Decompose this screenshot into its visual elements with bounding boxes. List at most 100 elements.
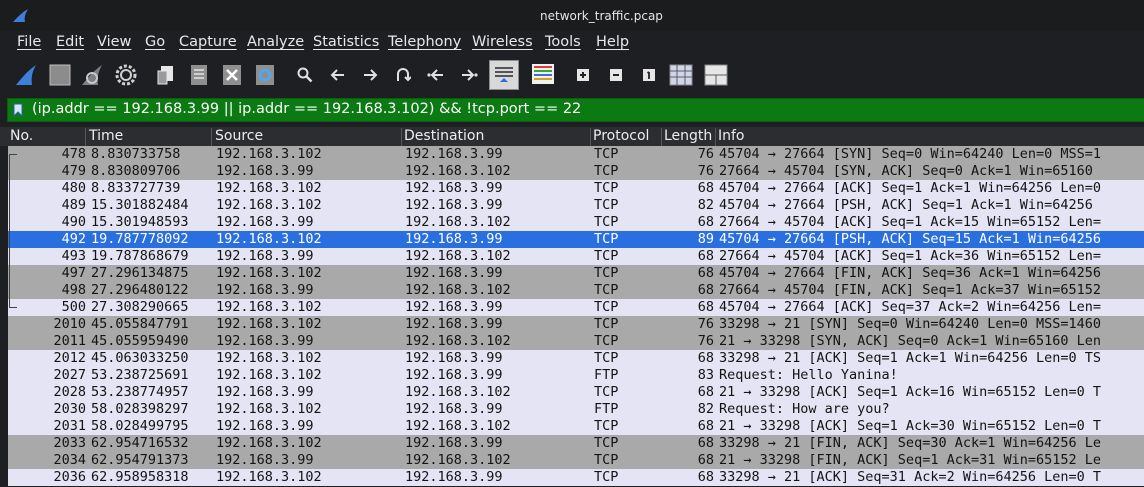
packet-src-cell: 192.168.3.102 — [216, 180, 322, 196]
start-capture-icon[interactable] — [13, 62, 39, 88]
packet-row[interactable]: 2010 45.055847791 192.168.3.102 192.168.3.9… — [8, 316, 1144, 333]
conversation-bracket — [9, 154, 10, 307]
colorize-icon[interactable] — [529, 60, 557, 88]
packet-dst-cell: 192.168.3.102 — [405, 282, 511, 298]
open-file-icon[interactable] — [153, 62, 179, 88]
packet-row[interactable]: 2027 53.238725691 192.168.3.102 192.168.3.9… — [8, 367, 1144, 384]
menu-capture[interactable]: Capture — [179, 34, 237, 50]
packet-proto-cell: TCP — [594, 248, 619, 264]
menu-analyze[interactable]: Analyze — [247, 34, 304, 50]
menu-telephony[interactable]: Telephony — [388, 34, 461, 50]
packet-proto-cell: TCP — [594, 316, 619, 332]
column-source[interactable]: Source — [213, 128, 402, 146]
capture-options-icon[interactable] — [113, 62, 139, 88]
packet-time-cell: 45.055959490 — [91, 333, 189, 349]
packet-dst-cell: 192.168.3.99 — [405, 197, 503, 213]
packet-row[interactable]: 490 15.301948593 192.168.3.99 192.168.3.102… — [8, 214, 1144, 231]
display-filter-bar[interactable]: (ip.addr == 192.168.3.99 || ip.addr == 1… — [7, 98, 1144, 122]
menu-go[interactable]: Go — [145, 34, 165, 50]
menu-help[interactable]: Help — [596, 34, 629, 50]
packet-no-cell: 497 — [61, 265, 86, 281]
packet-row[interactable]: 2028 53.238774957 192.168.3.99 192.168.3.10… — [8, 384, 1144, 401]
packet-info-cell: 27664 → 45704 [SYN, ACK] Seq=0 Ack=1 Win… — [719, 163, 1093, 179]
packet-row[interactable]: 489 15.301882484 192.168.3.102 192.168.3.99… — [8, 197, 1144, 214]
packet-len-cell: 68 — [697, 350, 714, 366]
packet-row[interactable]: 500 27.308290665 192.168.3.102 192.168.3.99… — [8, 299, 1144, 316]
go-back-icon[interactable] — [325, 62, 351, 88]
normal-size-icon[interactable] — [636, 62, 662, 88]
go-first-packet-icon[interactable] — [423, 62, 449, 88]
packet-dst-cell: 192.168.3.102 — [405, 452, 511, 468]
resize-columns-icon[interactable] — [668, 62, 694, 88]
packet-len-cell: 82 — [697, 197, 714, 213]
packet-info-cell: 45704 → 27664 [ACK] Seq=1 Ack=1 Win=6425… — [719, 180, 1102, 196]
packet-dst-cell: 192.168.3.102 — [405, 163, 511, 179]
menu-tools[interactable]: Tools — [545, 34, 581, 50]
packet-row[interactable]: 478 8.830733758 192.168.3.102 192.168.3.99 T… — [8, 146, 1144, 163]
column-length[interactable]: Length — [662, 128, 716, 146]
packet-src-cell: 192.168.3.102 — [216, 231, 322, 247]
packet-proto-cell: TCP — [594, 265, 619, 281]
restart-capture-icon[interactable] — [79, 62, 105, 88]
column-time[interactable]: Time — [87, 128, 212, 146]
menu-file[interactable]: File — [17, 34, 41, 50]
packet-proto-cell: TCP — [594, 469, 619, 485]
packet-row[interactable]: 497 27.296134875 192.168.3.102 192.168.3.99… — [8, 265, 1144, 282]
packet-time-cell: 27.296134875 — [91, 265, 189, 281]
packet-dst-cell: 192.168.3.99 — [405, 265, 503, 281]
menu-bar: File Edit View Go Capture Analyze Statis… — [0, 31, 1144, 55]
save-file-icon[interactable] — [186, 62, 212, 88]
close-file-icon[interactable] — [219, 62, 245, 88]
go-last-packet-icon[interactable] — [456, 62, 482, 88]
autoscroll-icon[interactable] — [489, 60, 519, 90]
packet-proto-cell: TCP — [594, 333, 619, 349]
packet-row[interactable]: 2012 45.063033250 192.168.3.102 192.168.3.9… — [8, 350, 1144, 367]
zoom-in-icon[interactable] — [570, 62, 596, 88]
packet-dst-cell: 192.168.3.99 — [405, 435, 503, 451]
packet-len-cell: 68 — [697, 418, 714, 434]
zoom-out-icon[interactable] — [603, 62, 629, 88]
layout-icon[interactable] — [703, 62, 729, 88]
packet-no-cell: 479 — [61, 163, 86, 179]
packet-src-cell: 192.168.3.102 — [216, 197, 322, 213]
reload-file-icon[interactable] — [252, 62, 278, 88]
column-no[interactable]: No. — [8, 128, 86, 146]
stop-capture-icon[interactable] — [47, 62, 73, 88]
packet-info-cell: 21 → 33298 [FIN, ACK] Seq=1 Ack=31 Win=6… — [719, 452, 1102, 468]
packet-info-cell: 45704 → 27664 [FIN, ACK] Seq=36 Ack=1 Wi… — [719, 265, 1102, 281]
packet-time-cell: 19.787778092 — [91, 231, 189, 247]
column-info[interactable]: Info — [716, 128, 1144, 146]
packet-row[interactable]: 498 27.296480122 192.168.3.99 192.168.3.102… — [8, 282, 1144, 299]
menu-statistics[interactable]: Statistics — [313, 34, 379, 50]
menu-edit[interactable]: Edit — [56, 34, 84, 50]
packet-row[interactable]: 2034 62.954791373 192.168.3.99 192.168.3.10… — [8, 452, 1144, 469]
column-destination[interactable]: Destination — [402, 128, 591, 146]
packet-no-cell: 2034 — [53, 452, 86, 468]
packet-proto-cell: FTP — [594, 367, 619, 383]
find-packet-icon[interactable] — [292, 62, 318, 88]
packet-no-cell: 2012 — [53, 350, 86, 366]
conversation-bracket-top — [9, 154, 17, 155]
go-to-packet-icon[interactable] — [390, 62, 416, 88]
packet-row-selected[interactable]: 492 19.787778092 192.168.3.102 192.168.3.99… — [8, 231, 1144, 248]
packet-row[interactable]: 493 19.787868679 192.168.3.99 192.168.3.102… — [8, 248, 1144, 265]
packet-info-cell: Request: Hello Yanina! — [719, 367, 898, 383]
packet-row[interactable]: 2036 62.958958318 192.168.3.102 192.168.3.9… — [8, 469, 1144, 486]
packet-row[interactable]: 480 8.833727739 192.168.3.102 192.168.3.99 T… — [8, 180, 1144, 197]
packet-row[interactable]: 479 8.830809706 192.168.3.99 192.168.3.102 T… — [8, 163, 1144, 180]
column-protocol[interactable]: Protocol — [591, 128, 662, 146]
packet-proto-cell: TCP — [594, 418, 619, 434]
packet-len-cell: 68 — [697, 282, 714, 298]
display-filter-input[interactable]: (ip.addr == 192.168.3.99 || ip.addr == 1… — [32, 101, 581, 117]
filter-bookmark-icon[interactable] — [13, 102, 23, 121]
menu-view[interactable]: View — [97, 34, 131, 50]
packet-src-cell: 192.168.3.99 — [216, 163, 314, 179]
packet-row[interactable]: 2033 62.954716532 192.168.3.102 192.168.3.9… — [8, 435, 1144, 452]
menu-wireless[interactable]: Wireless — [472, 34, 533, 50]
packet-row[interactable]: 2030 58.028398297 192.168.3.102 192.168.3.9… — [8, 401, 1144, 418]
go-forward-icon[interactable] — [357, 62, 383, 88]
packet-proto-cell: TCP — [594, 163, 619, 179]
packet-row[interactable]: 2011 45.055959490 192.168.3.99 192.168.3.10… — [8, 333, 1144, 350]
packet-row[interactable]: 2031 58.028499795 192.168.3.99 192.168.3.10… — [8, 418, 1144, 435]
packet-len-cell: 68 — [697, 435, 714, 451]
